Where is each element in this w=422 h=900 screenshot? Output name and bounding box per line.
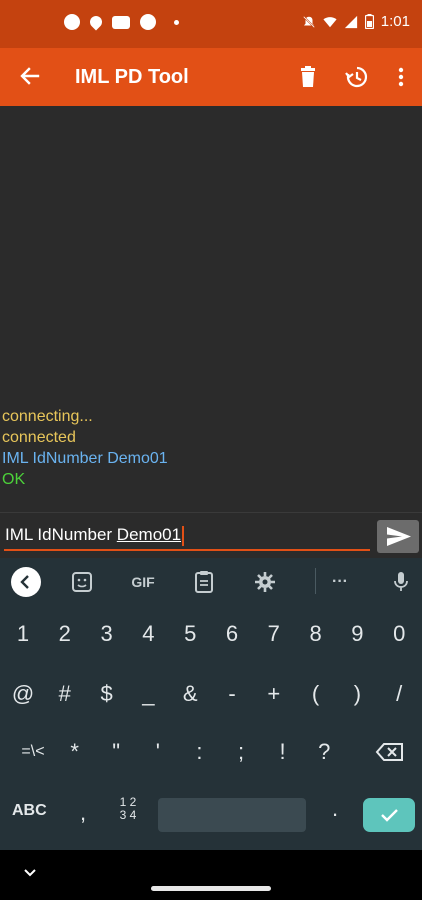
log-line: connected [2,429,76,446]
settings-icon [140,14,156,30]
numpad-key[interactable]: 1 2 3 4 [116,796,140,822]
keyboard-bottom-row: ABC , 1 2 3 4 . [0,788,422,844]
key[interactable]: / [380,670,418,718]
gif-button[interactable]: GIF [128,568,158,596]
command-input[interactable]: IML IdNumber Demo01 [4,521,370,551]
system-icons: 1:01 [302,13,410,30]
key[interactable]: # [46,670,84,718]
key[interactable]: @ [4,670,42,718]
keyboard-back-button[interactable] [11,567,41,597]
comma-key[interactable]: , [80,800,86,826]
clipboard-button[interactable] [189,568,219,596]
key[interactable]: : [180,728,218,776]
key[interactable]: ( [297,670,335,718]
backspace-icon [375,743,403,761]
send-button[interactable] [377,520,419,553]
delete-icon[interactable] [295,64,321,90]
back-arrow-icon[interactable] [16,61,44,91]
chat-icon [64,14,80,30]
send-icon [387,527,411,546]
microphone-icon [394,572,408,591]
input-text-composing: Demo01 [116,525,182,544]
input-text-prefix: IML IdNumber [5,525,117,544]
youtube-icon [112,15,130,29]
gear-icon [255,572,275,592]
app-title: IML PD Tool [75,66,189,88]
key[interactable]: 4 [129,610,167,658]
key[interactable]: ; [222,728,260,776]
key[interactable]: $ [88,670,126,718]
key[interactable]: + [255,670,293,718]
key[interactable]: =\< [14,728,52,776]
dot-icon [174,19,179,25]
key[interactable]: 9 [338,610,376,658]
log-lines: connecting... connected IML IdNumber Demo0… [2,406,168,490]
symbol-row: @ # $ _ & - +() / [0,670,422,726]
history-icon[interactable] [344,64,370,90]
key[interactable]: 7 [255,610,293,658]
key[interactable]: ? [305,728,343,776]
key[interactable]: _ [129,670,167,718]
hand-icon [87,13,105,31]
sticker-button[interactable] [67,568,97,596]
key[interactable]: ! [264,728,302,776]
text-cursor [182,525,185,546]
navigation-bar [0,850,422,900]
number-row: 1234567890 [0,610,422,666]
home-handle[interactable] [151,886,271,891]
key[interactable]: & [171,670,209,718]
chevron-left-icon [20,575,29,589]
mute-icon [302,15,315,28]
more-vert-icon[interactable] [388,64,414,90]
toolbar-divider [315,568,316,594]
log-line: OK [2,471,26,488]
clock: 1:01 [380,13,410,30]
key[interactable]: 0 [380,610,418,658]
soft-keyboard: GIF ··· 1 2 3 4 5 6 7 8 9 0 @ # $ _ & - … [0,558,422,850]
key[interactable]: 2 [46,610,84,658]
space-key[interactable] [158,798,306,832]
enter-key[interactable] [363,798,415,832]
status-bar: 1:01 [0,0,422,48]
key[interactable]: - [213,670,251,718]
voice-input-button[interactable] [386,568,416,596]
battery-icon [364,14,374,29]
key[interactable]: ) [338,670,376,718]
signal-icon [344,15,357,28]
numpad-key-bottom: 3 4 [119,808,137,822]
key[interactable]: 5 [171,610,209,658]
notification-icons [64,13,179,31]
screen: 1:01 IML PD Tool connecting... connected I… [0,0,422,900]
period-key[interactable]: . [332,796,338,822]
key[interactable]: 6 [213,610,251,658]
key[interactable]: * [56,728,94,776]
symbol-row-2: =\< * " ':;!? [0,728,422,784]
sticker-icon [72,572,92,592]
command-input-row: IML IdNumber Demo01 [0,512,422,558]
app-bar: IML PD Tool [0,48,422,106]
more-options-button[interactable]: ··· [325,568,355,596]
key[interactable]: 1 [4,610,42,658]
abc-key[interactable]: ABC [12,802,47,820]
log-line: connecting... [2,408,93,425]
keyboard-settings-button[interactable] [250,568,280,596]
console-output: connecting... connected IML IdNumber Demo0… [0,106,422,512]
log-line: IML IdNumber Demo01 [2,450,168,467]
keyboard-toolbar: GIF ··· [0,558,422,606]
key[interactable]: 3 [88,610,126,658]
key[interactable]: 8 [297,610,335,658]
key[interactable]: ' [139,728,177,776]
checkmark-icon [381,809,398,822]
backspace-key[interactable] [370,728,410,776]
wifi-icon [323,16,337,27]
key[interactable]: " [97,728,135,776]
clipboard-icon [195,571,213,593]
chevron-down-icon[interactable] [22,866,38,880]
